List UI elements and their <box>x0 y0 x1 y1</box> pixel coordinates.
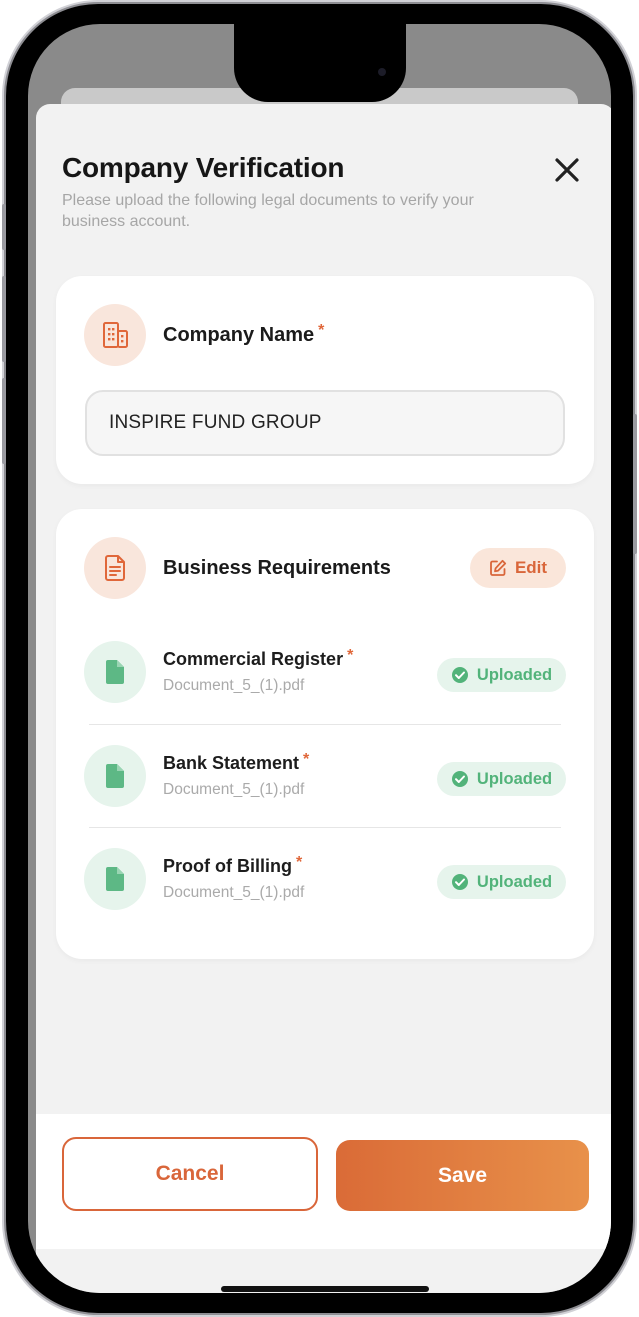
document-row-proof-of-billing[interactable]: Proof of Billing * Document_5_(1).pdf Upl… <box>56 848 594 940</box>
home-indicator[interactable] <box>221 1286 429 1292</box>
company-name-card: Company Name * <box>56 276 594 484</box>
company-name-input[interactable] <box>85 390 565 456</box>
cancel-button[interactable]: Cancel <box>62 1137 318 1211</box>
file-icon <box>106 867 124 891</box>
document-title: Bank Statement * <box>163 751 310 774</box>
required-mark: * <box>303 751 310 768</box>
requirements-icon-badge <box>84 537 146 599</box>
document-row-commercial-register[interactable]: Commercial Register * Document_5_(1).pdf … <box>56 641 594 733</box>
verification-sheet: Company Verification Please upload the f… <box>36 104 611 1293</box>
status-label: Uploaded <box>476 769 553 788</box>
company-name-label: Company Name * <box>163 322 325 347</box>
required-mark: * <box>347 647 354 664</box>
check-circle-icon <box>451 874 468 890</box>
business-requirements-card: Business Requirements Edit Commercial Re… <box>56 509 594 959</box>
document-icon-badge <box>84 848 146 910</box>
close-icon <box>555 158 579 182</box>
required-mark: * <box>318 322 325 339</box>
status-badge: Uploaded <box>437 762 566 796</box>
company-name-label-text: Company Name <box>163 324 315 346</box>
document-title: Proof of Billing * <box>163 854 303 877</box>
divider <box>89 827 561 828</box>
business-requirements-title: Business Requirements <box>163 557 391 579</box>
document-title-text: Commercial Register <box>163 649 344 669</box>
page-subtitle: Please upload the following legal docume… <box>62 192 474 230</box>
status-label: Uploaded <box>476 872 553 891</box>
document-icon-badge <box>84 641 146 703</box>
document-row-bank-statement[interactable]: Bank Statement * Document_5_(1).pdf Uploa… <box>56 745 594 837</box>
file-icon <box>106 660 124 684</box>
required-mark: * <box>295 854 303 871</box>
volume-down-button <box>2 378 6 464</box>
building-icon <box>103 322 128 348</box>
document-title-text: Bank Statement <box>163 753 300 773</box>
check-circle-icon <box>451 667 468 683</box>
company-icon-badge <box>84 304 146 366</box>
document-icon <box>105 555 125 581</box>
status-label: Uploaded <box>476 665 553 684</box>
document-filename: Document_5_(1).pdf <box>163 884 305 901</box>
phone-frame: Company Verification Please upload the f… <box>2 4 637 1313</box>
file-icon <box>106 764 124 788</box>
camera-icon <box>378 68 386 76</box>
check-circle-icon <box>451 771 468 787</box>
edit-icon <box>490 559 507 576</box>
volume-up-button <box>2 276 6 362</box>
footer-actions: Cancel Save <box>36 1114 611 1249</box>
document-icon-badge <box>84 745 146 807</box>
status-badge: Uploaded <box>437 865 566 899</box>
page-title: Company Verification <box>62 152 345 183</box>
document-filename: Document_5_(1).pdf <box>163 781 305 798</box>
document-title: Commercial Register * <box>163 647 354 670</box>
close-button[interactable] <box>549 152 585 188</box>
edit-button-label: Edit <box>514 558 548 577</box>
action-button <box>2 204 6 250</box>
save-button[interactable]: Save <box>336 1140 589 1211</box>
screen: Company Verification Please upload the f… <box>28 24 611 1293</box>
edit-button[interactable]: Edit <box>470 548 566 588</box>
status-badge: Uploaded <box>437 658 566 692</box>
divider <box>89 724 561 725</box>
document-title-text: Proof of Billing <box>163 856 292 876</box>
document-filename: Document_5_(1).pdf <box>163 677 305 694</box>
power-button <box>633 414 637 554</box>
dynamic-notch <box>234 24 406 102</box>
